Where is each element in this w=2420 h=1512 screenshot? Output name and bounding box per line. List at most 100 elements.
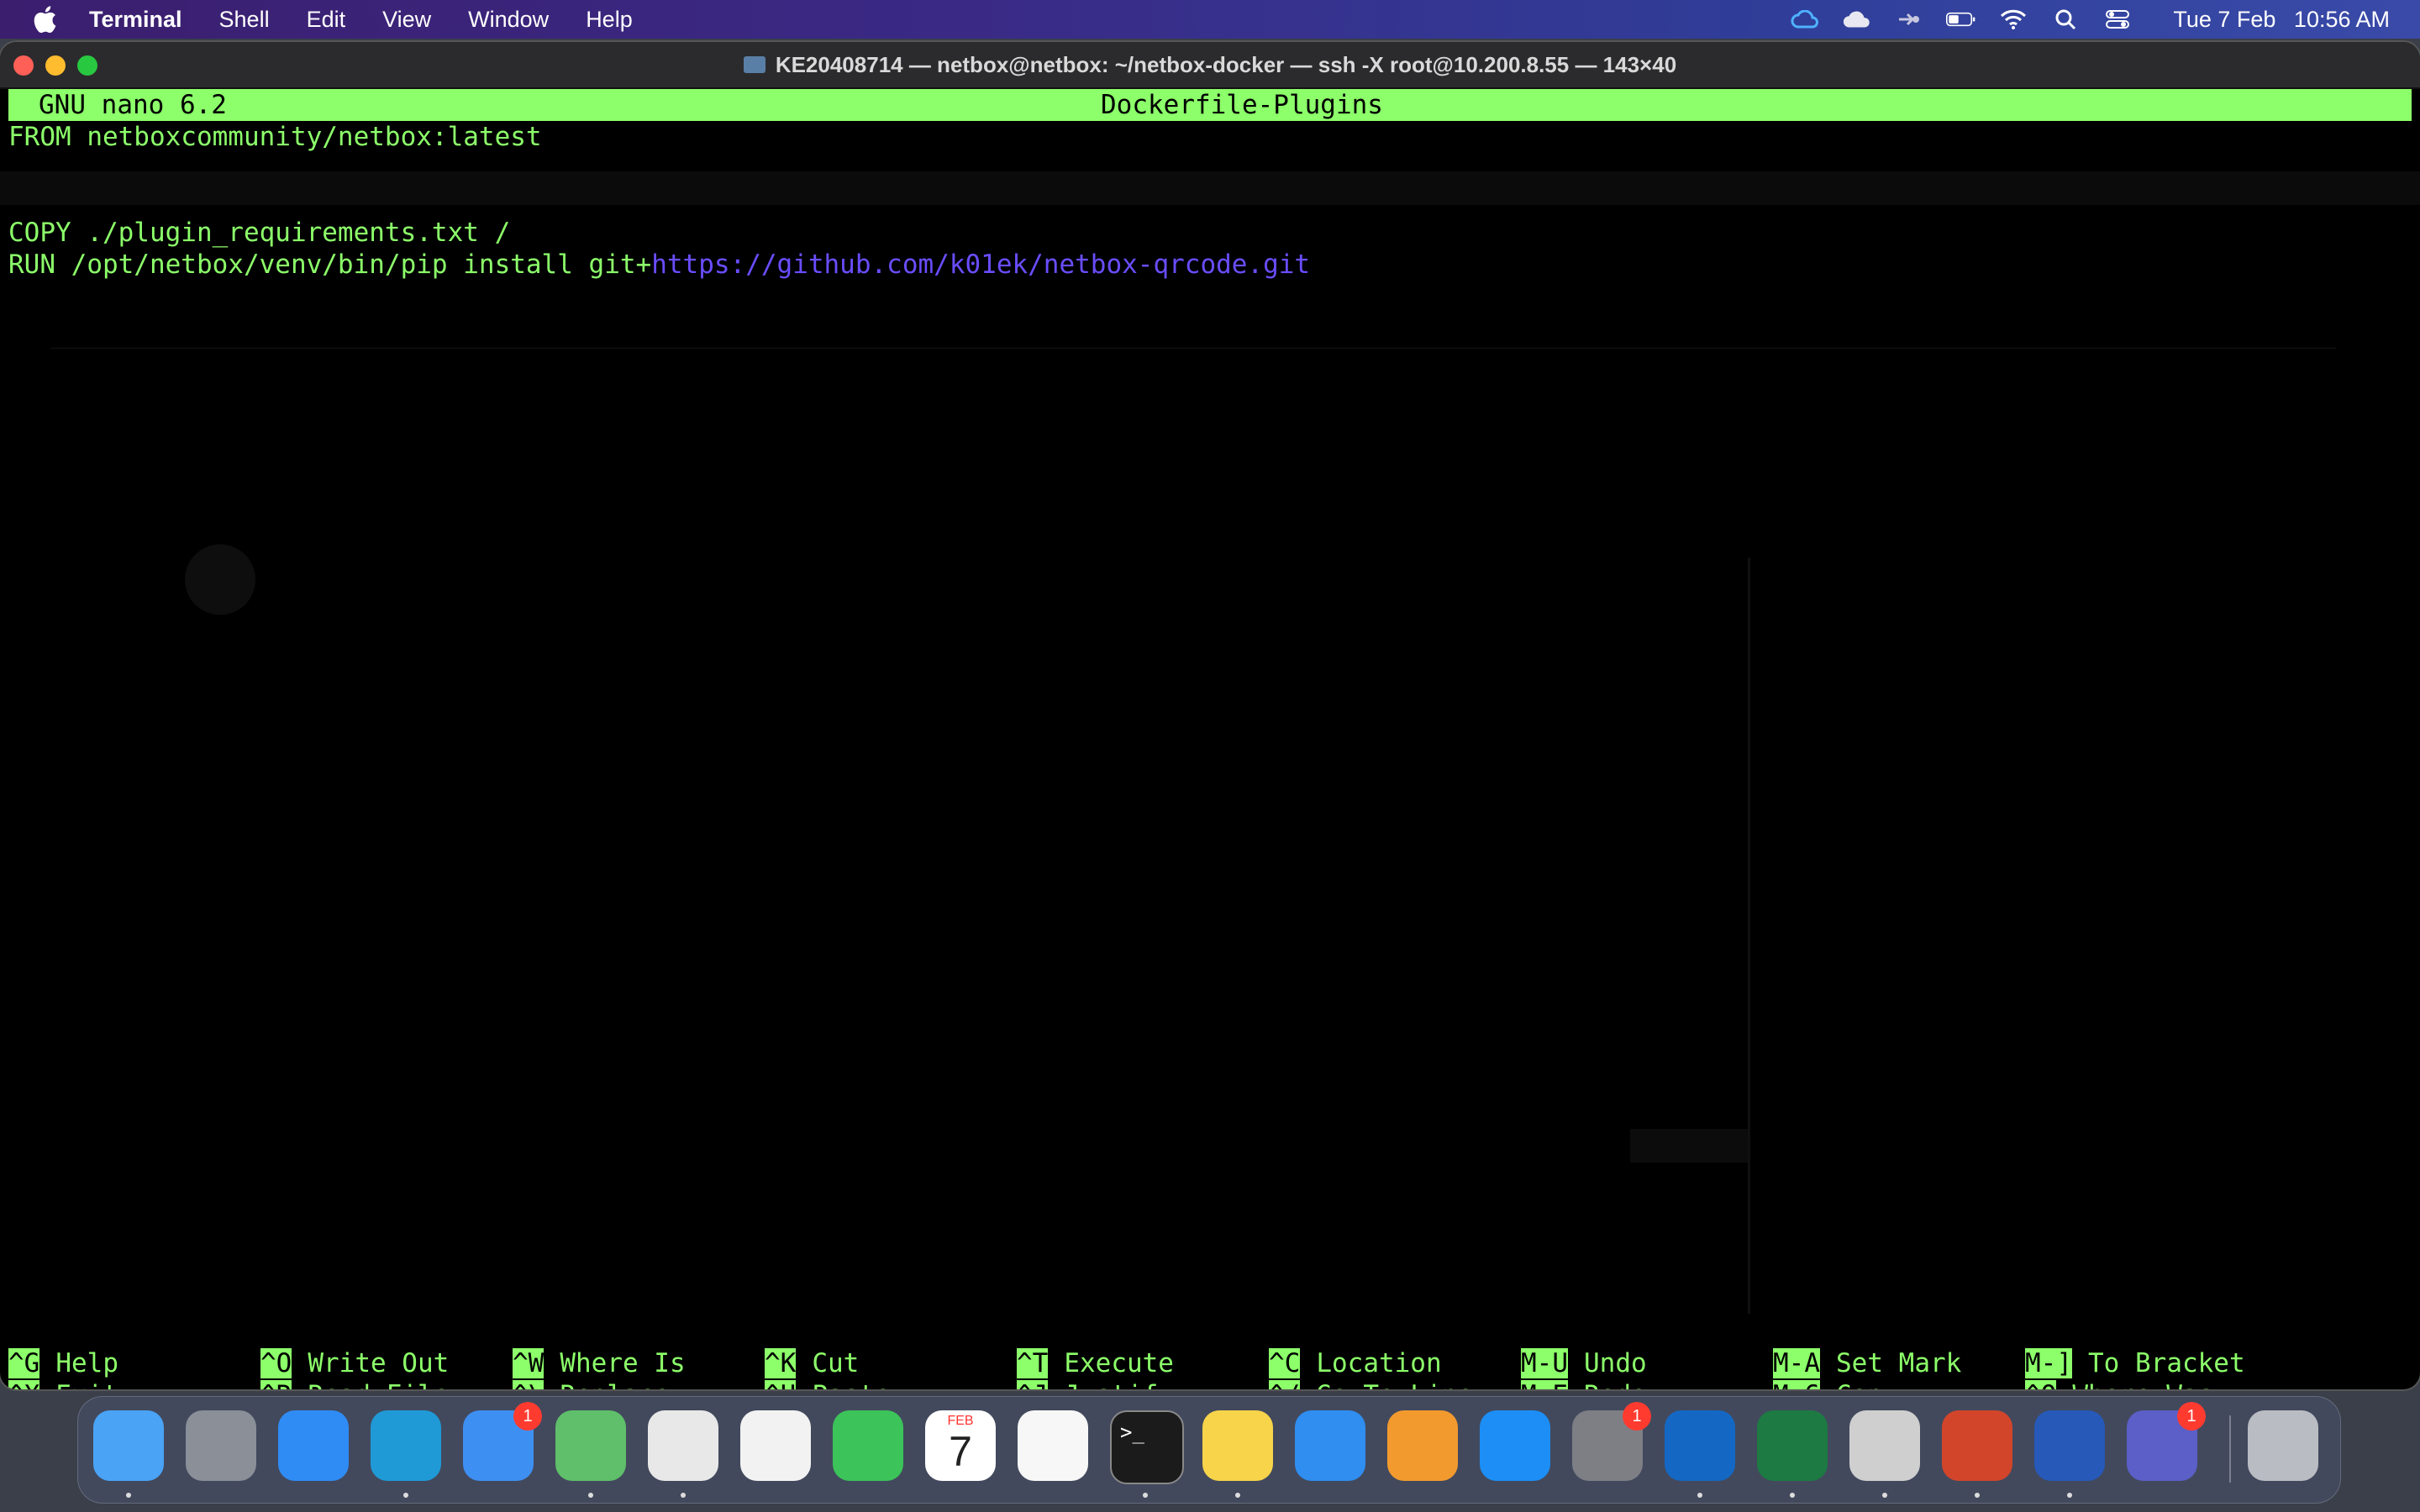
facetime-icon[interactable]	[833, 1410, 903, 1481]
shortcut-key: ^\	[513, 1380, 544, 1389]
shortcut-key: ^T	[1017, 1348, 1049, 1378]
editor-line-4[interactable]: COPY ./plugin_requirements.txt /	[8, 217, 510, 249]
editor-line-5[interactable]: RUN /opt/netbox/venv/bin/pip install git…	[8, 249, 1310, 281]
shortcut-label: Location	[1316, 1348, 1442, 1378]
system-preferences-icon[interactable]: 1	[1572, 1402, 1651, 1481]
running-indicator	[1975, 1493, 1980, 1498]
shortcut-label: To Bracket	[2088, 1348, 2245, 1378]
window-title-bar[interactable]: KE20408714 — netbox@netbox: ~/netbox-doc…	[0, 42, 2420, 89]
notification-badge: 1	[513, 1402, 542, 1431]
menu-window[interactable]: Window	[468, 7, 549, 33]
notification-badge: 1	[2177, 1402, 2206, 1431]
running-indicator	[588, 1493, 593, 1498]
shortcut-label: Undo	[1584, 1348, 1647, 1378]
shortcut-label: Help	[55, 1348, 118, 1378]
calendar-day: 7	[949, 1428, 972, 1475]
shortcut-paste[interactable]: ^U Paste	[765, 1379, 891, 1389]
shortcut-label: Set Mark	[1836, 1348, 1962, 1378]
shortcut-location[interactable]: ^C Location	[1269, 1347, 1442, 1379]
launchpad-icon[interactable]	[186, 1410, 256, 1481]
background-ghost	[0, 171, 2420, 1314]
shortcut-where-is[interactable]: ^W Where Is	[513, 1347, 686, 1379]
apple-menu-icon[interactable]	[32, 5, 57, 34]
teams-icon[interactable]: 1	[2127, 1402, 2206, 1481]
menu-edit[interactable]: Edit	[307, 7, 346, 33]
shortcut-key: ^K	[765, 1348, 797, 1378]
chrome-icon[interactable]	[648, 1410, 718, 1481]
shortcut-key: M-E	[1521, 1380, 1568, 1389]
shortcut-redo[interactable]: M-E Redo	[1521, 1379, 1647, 1389]
running-indicator	[1882, 1493, 1887, 1498]
dock-separator	[2229, 1415, 2231, 1483]
plugin-url-link[interactable]: https://github.com/k01ek/netbox-qrcode.g…	[651, 249, 1310, 280]
shortcut-undo[interactable]: M-U Undo	[1521, 1347, 1647, 1379]
edge-icon[interactable]	[371, 1410, 441, 1481]
terminal-icon[interactable]: >_	[1110, 1410, 1184, 1484]
shortcut-key: ^J	[1017, 1380, 1049, 1389]
shortcut-key: M-]	[2025, 1348, 2072, 1378]
shortcut-to-bracket[interactable]: M-] To Bracket	[2025, 1347, 2245, 1379]
maps-icon[interactable]	[555, 1410, 626, 1481]
powerpoint-icon[interactable]	[1942, 1410, 2012, 1481]
app-store-icon[interactable]	[1480, 1410, 1550, 1481]
menu-bar-clock[interactable]: Tue 7 Feb 10:56 AM	[2161, 7, 2390, 33]
notes-icon[interactable]	[1202, 1410, 1273, 1481]
shortcut-read-file[interactable]: ^R Read File	[260, 1379, 449, 1389]
shortcut-exit[interactable]: ^X Exit	[8, 1379, 118, 1389]
icloud-icon[interactable]	[1842, 8, 1872, 31]
shortcut-label: Redo	[1584, 1380, 1647, 1389]
shortcut-replace[interactable]: ^\ Replace	[513, 1379, 670, 1389]
shortcut-key: ^G	[8, 1348, 40, 1378]
shortcut-label: Replace	[560, 1380, 670, 1389]
shortcut-label: Where Was	[2072, 1380, 2213, 1389]
xquartz-icon[interactable]	[1849, 1410, 1920, 1481]
shortcut-key: ^/	[1269, 1380, 1301, 1389]
shortcut-execute[interactable]: ^T Execute	[1017, 1347, 1174, 1379]
menu-help[interactable]: Help	[586, 7, 633, 33]
photos-icon[interactable]	[740, 1410, 811, 1481]
spotlight-search-icon[interactable]	[2050, 8, 2081, 31]
safari-icon[interactable]	[278, 1410, 349, 1481]
pages-icon[interactable]	[1387, 1410, 1458, 1481]
trash-icon[interactable]	[2248, 1410, 2318, 1481]
control-center-icon[interactable]	[2102, 8, 2133, 31]
window-title: KE20408714 — netbox@netbox: ~/netbox-doc…	[775, 51, 1677, 77]
wifi-icon[interactable]	[1998, 8, 2028, 31]
creative-cloud-icon[interactable]	[1790, 8, 1820, 31]
shortcut-where-was[interactable]: ^Q Where Was	[2025, 1379, 2213, 1389]
notification-badge: 1	[1623, 1402, 1651, 1431]
shortcut-label: Copy	[1836, 1380, 1899, 1389]
excel-icon[interactable]	[1757, 1410, 1828, 1481]
shortcut-write-out[interactable]: ^O Write Out	[260, 1347, 449, 1379]
menu-bar-date: Tue 7 Feb	[2173, 6, 2276, 32]
calendar-icon[interactable]: FEB 7	[925, 1410, 996, 1481]
word-icon[interactable]	[2034, 1410, 2105, 1481]
mail-icon[interactable]: 1	[463, 1402, 542, 1481]
editor-line-1[interactable]: FROM netboxcommunity/netbox:latest	[8, 121, 542, 153]
shortcut-copy[interactable]: M-6 Copy	[1773, 1379, 1899, 1389]
menu-shell[interactable]: Shell	[219, 7, 270, 33]
running-indicator	[2067, 1493, 2072, 1498]
outlook-icon[interactable]	[1665, 1410, 1735, 1481]
reminders-icon[interactable]	[1018, 1410, 1088, 1481]
shortcut-go-to-line[interactable]: ^/ Go To Line	[1269, 1379, 1473, 1389]
menu-view[interactable]: View	[382, 7, 431, 33]
terminal-content[interactable]: GNU nano 6.2 Dockerfile-Plugins FROM net…	[0, 87, 2420, 1389]
running-indicator	[1790, 1493, 1795, 1498]
battery-icon[interactable]	[1946, 8, 1976, 31]
folder-icon	[743, 56, 765, 73]
shortcut-help[interactable]: ^G Help	[8, 1347, 118, 1379]
shortcut-key: M-6	[1773, 1380, 1820, 1389]
shortcut-justify[interactable]: ^J Justify	[1017, 1379, 1174, 1389]
keynote-icon[interactable]	[1295, 1410, 1365, 1481]
menu-app-terminal[interactable]: Terminal	[89, 7, 182, 33]
finder-icon[interactable]	[93, 1410, 164, 1481]
vpn-icon[interactable]	[1894, 8, 1924, 31]
menu-bar: Terminal Shell Edit View Window Help Tue…	[0, 0, 2420, 39]
shortcut-key: ^X	[8, 1380, 40, 1389]
shortcut-set-mark[interactable]: M-A Set Mark	[1773, 1347, 1961, 1379]
shortcut-label: Read File	[308, 1380, 449, 1389]
shortcut-cut[interactable]: ^K Cut	[765, 1347, 859, 1379]
running-indicator	[403, 1493, 408, 1498]
shortcut-label: Write Out	[308, 1348, 450, 1378]
